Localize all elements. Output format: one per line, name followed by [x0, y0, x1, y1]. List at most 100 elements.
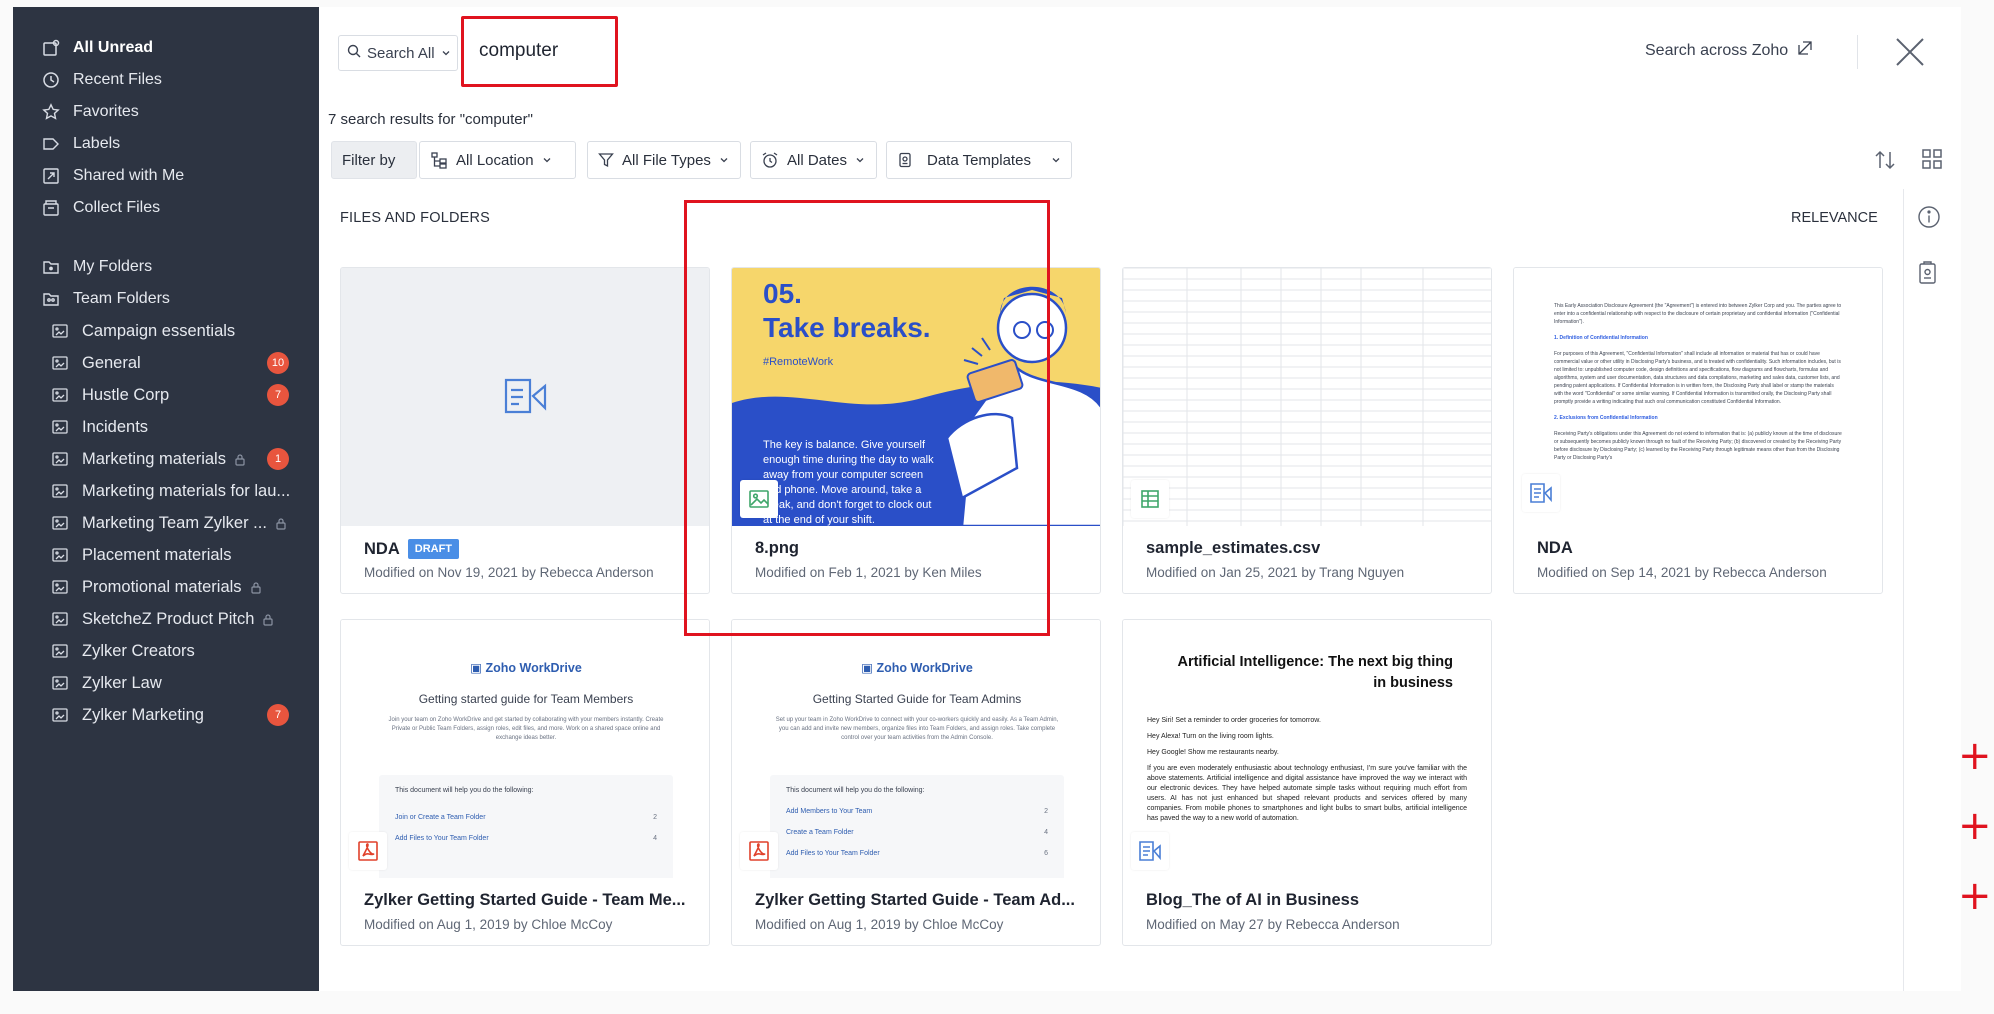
- file-card-guide-team-admins[interactable]: ▣ Zoho WorkDrive Getting Started Guide f…: [731, 619, 1101, 946]
- sidebar-item-favorites[interactable]: Favorites: [41, 98, 139, 126]
- team-folder-icon: [50, 545, 70, 565]
- file-card-nda-draft[interactable]: NDA DRAFT Modified on Nov 19, 2021 by Reb…: [340, 267, 710, 594]
- search-scope-dropdown[interactable]: Search All: [338, 35, 458, 71]
- sidebar-item-all-unread[interactable]: All Unread: [41, 34, 153, 62]
- sidebar-item-labels[interactable]: Labels: [41, 130, 120, 158]
- clock-icon: [41, 70, 61, 90]
- search-dialog: All Unread Recent Files Favorites Labels…: [13, 7, 1961, 991]
- lock-icon: [250, 581, 262, 594]
- file-name: NDA: [1537, 539, 1573, 557]
- sidebar-item-team-folder[interactable]: Zylker Creators: [50, 637, 195, 665]
- file-type-filter[interactable]: All File Types: [587, 141, 741, 179]
- file-name: NDA: [364, 539, 400, 558]
- guide-contents-box: This document will help you do the follo…: [770, 775, 1064, 878]
- file-name: Zylker Getting Started Guide - Team Me..…: [364, 891, 686, 909]
- sidebar-item-my-folders[interactable]: My Folders: [41, 253, 152, 281]
- file-card-nda[interactable]: This Early Association Disclosure Agreem…: [1513, 267, 1883, 594]
- sidebar-item-team-folder[interactable]: General: [50, 349, 141, 377]
- data-templates-filter[interactable]: Data Templates: [886, 141, 1072, 179]
- workdrive-logo-icon: ▣: [470, 661, 482, 675]
- screen: All Unread Recent Files Favorites Labels…: [0, 0, 1994, 1014]
- sidebar-item-team-folder[interactable]: Promotional materials: [50, 573, 262, 601]
- team-folder-icon: [50, 353, 70, 373]
- shared-icon: [41, 166, 61, 186]
- sidebar-item-team-folder[interactable]: Marketing materials for lau...: [50, 477, 290, 505]
- writer-doc-icon: [1131, 832, 1169, 870]
- sidebar-item-team-folder[interactable]: Hustle Corp: [50, 381, 169, 409]
- sort-relevance[interactable]: RELEVANCE: [1791, 210, 1878, 226]
- section-title: FILES AND FOLDERS: [340, 210, 491, 226]
- poster-headline: Take breaks.: [763, 312, 931, 343]
- chevron-down-icon: [855, 155, 865, 165]
- file-thumbnail: ▣ Zoho WorkDrive Getting started guide f…: [341, 620, 709, 878]
- file-thumbnail: ▣ Zoho WorkDrive Getting Started Guide f…: [732, 620, 1100, 878]
- info-icon[interactable]: [1917, 205, 1941, 234]
- poster-body: The key is balance. Give yourself enough…: [763, 439, 934, 526]
- sidebar-item-label: Campaign essentials: [82, 321, 236, 340]
- team-folder-icon: [50, 609, 70, 629]
- search-across-zoho-link[interactable]: Search across Zoho: [1645, 39, 1814, 62]
- sidebar-item-label: Marketing Team Zylker ...: [82, 513, 267, 532]
- lock-icon: [234, 453, 246, 466]
- sidebar-item-team-folder[interactable]: Zylker Law: [50, 669, 162, 697]
- file-thumbnail: [341, 268, 709, 526]
- sidebar-item-shared-with-me[interactable]: Shared with Me: [41, 162, 184, 190]
- team-folder-icon: [50, 513, 70, 533]
- sidebar-item-collect-files[interactable]: Collect Files: [41, 194, 160, 222]
- unread-count-badge: 10: [267, 352, 289, 374]
- location-filter[interactable]: All Location: [419, 141, 576, 179]
- team-folder-icon: [50, 385, 70, 405]
- close-icon[interactable]: [1893, 35, 1927, 69]
- folder-icon: [41, 257, 61, 277]
- sidebar-item-label: Marketing materials: [82, 449, 226, 468]
- sidebar-item-team-folder[interactable]: Marketing materials: [50, 445, 246, 473]
- sidebar: All Unread Recent Files Favorites Labels…: [13, 7, 319, 991]
- lock-icon: [275, 517, 287, 530]
- sidebar-item-recent-files[interactable]: Recent Files: [41, 66, 162, 94]
- chevron-down-icon: [719, 155, 729, 165]
- lock-icon: [262, 613, 274, 626]
- search-input[interactable]: [479, 31, 629, 71]
- poster-number: 05.: [763, 278, 802, 309]
- sidebar-item-team-folder[interactable]: Incidents: [50, 413, 148, 441]
- sidebar-item-team-folders[interactable]: Team Folders: [41, 285, 170, 313]
- file-card-blog-ai[interactable]: Artificial Intelligence: The next big th…: [1122, 619, 1492, 946]
- writer-doc-icon: [503, 376, 549, 421]
- sidebar-item-team-folder[interactable]: Zylker Marketing: [50, 701, 204, 729]
- unread-count-badge: 7: [267, 384, 289, 406]
- sidebar-item-team-folder[interactable]: Marketing Team Zylker ...: [50, 509, 287, 537]
- sidebar-item-team-folder[interactable]: Placement materials: [50, 541, 231, 569]
- sidebar-item-team-folder[interactable]: Campaign essentials: [50, 317, 235, 345]
- collect-icon: [41, 198, 61, 218]
- template-icon: [897, 152, 913, 168]
- file-thumbnail: 05. Take breaks. #RemoteWork The key is …: [732, 268, 1100, 526]
- alarm-clock-icon: [761, 151, 779, 169]
- team-folder-icon: [50, 417, 70, 437]
- external-link-icon: [1796, 39, 1814, 62]
- file-card-guide-team-members[interactable]: ▣ Zoho WorkDrive Getting started guide f…: [340, 619, 710, 946]
- file-name: Zylker Getting Started Guide - Team Ad..…: [755, 891, 1075, 909]
- team-folder-icon: [50, 705, 70, 725]
- file-card-sample-estimates[interactable]: sample_estimates.csv Modified on Jan 25,…: [1122, 267, 1492, 594]
- sort-icon[interactable]: [1873, 148, 1897, 177]
- image-file-icon: [740, 480, 778, 518]
- unread-count-badge: 1: [267, 448, 289, 470]
- template-icon[interactable]: [1917, 261, 1939, 290]
- sidebar-item-team-folder[interactable]: SketcheZ Product Pitch: [50, 605, 274, 633]
- sidebar-item-label: General: [82, 353, 141, 372]
- draft-badge: DRAFT: [407, 539, 460, 559]
- grid-view-icon[interactable]: [1921, 148, 1943, 175]
- right-rail-divider: [1903, 189, 1904, 991]
- plus-marker: +: [1958, 803, 1992, 849]
- label-icon: [41, 134, 61, 154]
- file-thumbnail: [1123, 268, 1491, 526]
- unread-icon: [41, 38, 61, 58]
- sidebar-item-label: Hustle Corp: [82, 385, 170, 404]
- guide-contents-box: This document will help you do the follo…: [379, 775, 673, 878]
- header-divider: [1857, 35, 1858, 69]
- file-card-8-png[interactable]: 05. Take breaks. #RemoteWork The key is …: [731, 267, 1101, 594]
- team-folder-icon: [50, 577, 70, 597]
- date-filter[interactable]: All Dates: [750, 141, 877, 179]
- file-name: Blog_The of AI in Business: [1146, 891, 1359, 909]
- sidebar-item-label: Zylker Marketing: [82, 705, 204, 724]
